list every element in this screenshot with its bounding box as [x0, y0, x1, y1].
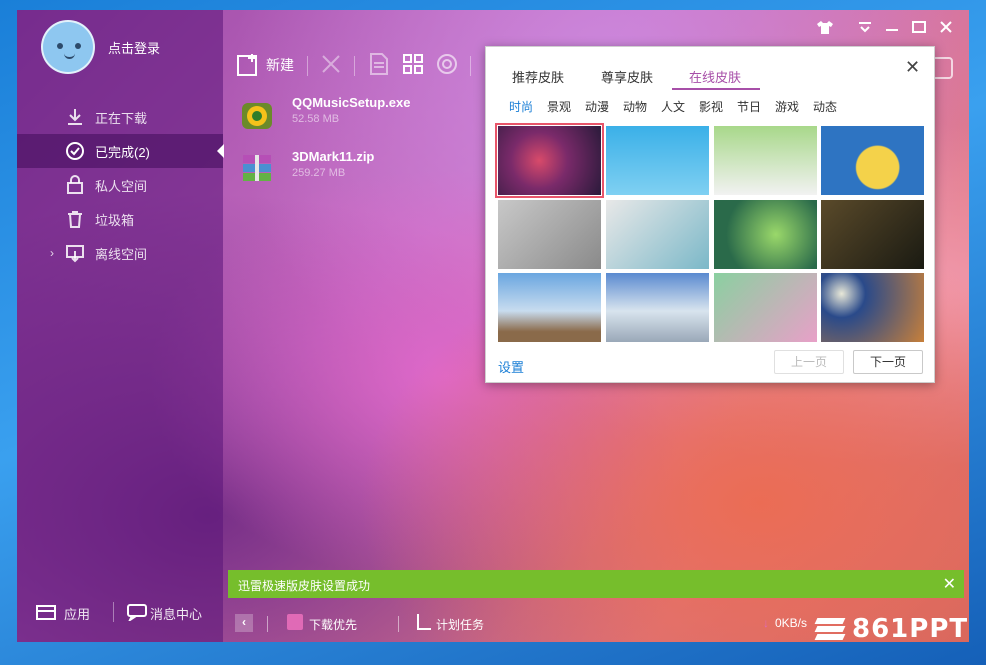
sidebar-item-offline[interactable]: › 离线空间	[17, 236, 223, 270]
sidebar-item-private[interactable]: 私人空间	[17, 168, 223, 202]
check-circle-icon	[66, 142, 84, 160]
menu-dropdown-icon[interactable]	[856, 18, 874, 36]
sidebar-item-completed[interactable]: 已完成(2)	[17, 134, 224, 168]
close-window-icon[interactable]	[937, 18, 955, 36]
tab-recommended-skins[interactable]: 推荐皮肤	[512, 67, 564, 86]
status-divider	[267, 616, 268, 632]
sidebar-item-trash[interactable]: 垃圾箱	[17, 202, 223, 236]
file-size: 259.27 MB	[292, 167, 346, 179]
skin-settings-link[interactable]: 设置	[498, 357, 524, 376]
sidebar-item-label: 私人空间	[95, 178, 148, 194]
message-icon[interactable]	[127, 603, 147, 621]
skin-thumb-macarons[interactable]	[606, 200, 709, 269]
file-item-qqmusic[interactable]: QQMusicSetup.exe 52.58 MB	[240, 93, 500, 137]
download-icon	[68, 109, 82, 125]
file-name: 3DMark11.zip	[292, 149, 375, 164]
delete-icon[interactable]	[320, 53, 342, 75]
category-anime[interactable]: 动漫	[585, 98, 609, 115]
footer-divider	[113, 602, 114, 622]
avatar[interactable]	[41, 20, 95, 74]
file-detail-icon[interactable]	[369, 52, 389, 76]
status-divider	[398, 616, 399, 632]
skin-thumb-icecream[interactable]	[714, 126, 817, 195]
sidebar-item-label: 已完成(2)	[95, 144, 150, 160]
category-landscape[interactable]: 景观	[547, 98, 571, 115]
avatar-eye-right	[75, 43, 81, 49]
sidebar-item-label: 垃圾箱	[95, 212, 135, 228]
sidebar: 点击登录 正在下载 已完成(2) 私人空间 垃圾箱 › 离线空间 应用 消息中心	[17, 10, 224, 642]
next-page-button[interactable]: 下一页	[853, 350, 923, 374]
category-fashion[interactable]: 时尚	[509, 98, 533, 115]
prev-page-button[interactable]: 上一页	[774, 350, 844, 374]
sidebar-item-label: 离线空间	[95, 246, 148, 262]
skin-thumb-sparkler[interactable]	[498, 200, 601, 269]
apps-icon[interactable]	[36, 603, 56, 621]
category-game[interactable]: 游戏	[775, 98, 799, 115]
skin-thumb-abstract-selected[interactable]	[495, 123, 604, 198]
download-speed: 0KB/s	[775, 616, 808, 630]
avatar-mouth	[64, 53, 75, 59]
qr-code-icon[interactable]	[402, 53, 424, 75]
skin-thumb-night-moon[interactable]	[821, 273, 924, 342]
skin-thumb-chick[interactable]	[821, 126, 924, 195]
category-culture[interactable]: 人文	[661, 98, 685, 115]
sidebar-item-label: 正在下载	[95, 110, 148, 126]
trash-icon	[68, 211, 82, 228]
toast-message: 迅雷极速版皮肤设置成功	[238, 579, 371, 593]
installer-file-icon	[242, 103, 272, 129]
scheduled-task-button[interactable]: 计划任务	[436, 616, 484, 633]
skin-thumb-balloons[interactable]	[714, 200, 817, 269]
apps-button[interactable]: 应用	[64, 604, 90, 623]
toolbar-divider	[470, 56, 471, 76]
lock-icon	[67, 175, 83, 194]
success-toast: 迅雷极速版皮肤设置成功 ✕	[228, 570, 964, 598]
category-animal[interactable]: 动物	[623, 98, 647, 115]
skin-tabs: 推荐皮肤 尊享皮肤 在线皮肤 ✕	[486, 47, 934, 90]
skin-thumb-balloon[interactable]	[606, 126, 709, 195]
skin-thumb-jeep[interactable]	[606, 273, 709, 342]
toolbar-divider	[307, 56, 308, 76]
skin-picker-panel: 推荐皮肤 尊享皮肤 在线皮肤 ✕ 时尚 景观 动漫 动物 人文 影视 节日 游戏…	[485, 46, 935, 383]
back-arrow-icon[interactable]: ‹	[235, 614, 253, 632]
category-dynamic[interactable]: 动态	[813, 98, 837, 115]
skin-tshirt-icon[interactable]	[816, 18, 834, 36]
new-file-icon	[237, 54, 257, 76]
site-watermark: 861PPT	[814, 613, 968, 645]
messages-button[interactable]: 消息中心	[150, 604, 202, 623]
tab-online-skins[interactable]: 在线皮肤	[689, 67, 741, 86]
settings-gear-icon[interactable]	[435, 52, 459, 76]
sidebar-item-downloading[interactable]: 正在下载	[17, 100, 223, 134]
speed-down-icon: ↓	[763, 616, 769, 630]
new-task-label: 新建	[266, 57, 294, 73]
download-priority-button[interactable]: 下载优先	[309, 616, 357, 633]
archive-file-icon	[243, 155, 271, 181]
expand-arrow-icon[interactable]: ›	[50, 246, 54, 260]
skin-thumb-smiley-candy[interactable]	[714, 273, 817, 342]
file-size: 52.58 MB	[292, 113, 340, 125]
watermark-logo-icon	[814, 616, 846, 642]
cloud-download-icon	[66, 245, 84, 263]
priority-icon	[287, 614, 303, 630]
minimize-icon[interactable]	[883, 18, 901, 36]
active-indicator	[217, 144, 224, 158]
category-holiday[interactable]: 节日	[737, 98, 761, 115]
close-panel-icon[interactable]: ✕	[905, 57, 920, 78]
new-task-button[interactable]: 新建	[236, 50, 294, 80]
watermark-text: 861PPT	[852, 614, 969, 644]
toolbar-divider	[354, 56, 355, 76]
file-name: QQMusicSetup.exe	[292, 95, 411, 110]
sidebar-footer: 应用 消息中心	[17, 596, 223, 630]
login-link[interactable]: 点击登录	[108, 38, 160, 57]
tab-premium-skins[interactable]: 尊享皮肤	[601, 67, 653, 86]
avatar-eye-left	[57, 43, 63, 49]
category-film[interactable]: 影视	[699, 98, 723, 115]
file-item-3dmark[interactable]: 3DMark11.zip 259.27 MB	[240, 147, 500, 191]
schedule-icon	[417, 614, 431, 630]
active-tab-indicator	[672, 88, 760, 90]
skin-thumb-countryside[interactable]	[498, 273, 601, 342]
toast-close-icon[interactable]: ✕	[943, 574, 956, 594]
skin-thumb-soldier[interactable]	[821, 200, 924, 269]
maximize-icon[interactable]	[910, 18, 928, 36]
